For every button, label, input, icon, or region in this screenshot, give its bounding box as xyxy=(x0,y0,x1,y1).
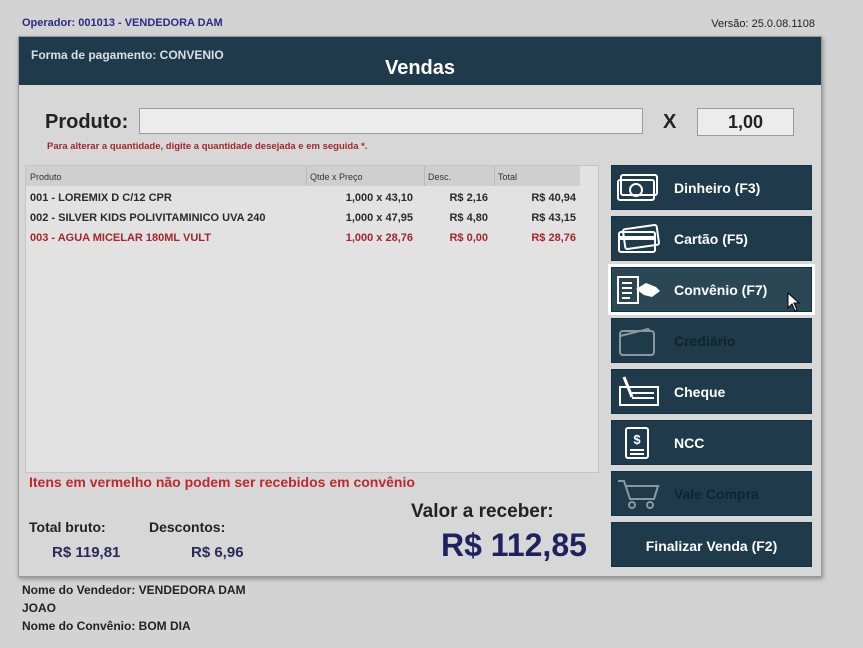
cell-product: 003 - AGUA MICELAR 180ML VULT xyxy=(30,232,211,244)
mouse-cursor-icon xyxy=(787,291,801,312)
convenio-button[interactable]: Convênio (F7) xyxy=(608,264,815,315)
cell-total: R$ 40,94 xyxy=(531,192,576,204)
wallet-icon xyxy=(616,324,662,358)
cheque-button[interactable]: Cheque xyxy=(611,369,812,414)
cell-total: R$ 43,15 xyxy=(531,212,576,224)
window-header: Forma de pagamento: CONVENIO Vendas xyxy=(19,37,821,85)
cell-qty-price: 1,000 x 43,10 xyxy=(345,192,413,204)
cell-qty-price: 1,000 x 28,76 xyxy=(345,232,413,244)
svg-text:$: $ xyxy=(633,432,641,447)
valor-receber-label: Valor a receber: xyxy=(411,501,554,522)
dinheiro-label: Dinheiro (F3) xyxy=(674,180,761,196)
window-title: Vendas xyxy=(384,57,456,79)
top-bar: Operador: 001013 - VENDEDORA DAM Versão:… xyxy=(0,0,863,34)
dinheiro-button[interactable]: Dinheiro (F3) xyxy=(611,165,812,210)
cartao-button[interactable]: Cartão (F5) xyxy=(611,216,812,261)
convenio-label: Convênio (F7) xyxy=(674,282,768,298)
cell-discount: R$ 0,00 xyxy=(449,232,488,244)
cartao-label: Cartão (F5) xyxy=(674,231,748,247)
vale-compra-button[interactable]: Vale Compra xyxy=(611,471,812,516)
column-header-discount[interactable]: Desc. xyxy=(428,172,451,182)
finalizar-venda-label: Finalizar Venda (F2) xyxy=(645,538,778,554)
table-header: Produto Qtde x Preço Desc. Total xyxy=(26,166,580,186)
descontos-label: Descontos: xyxy=(149,519,226,535)
quantity-hint: Para alterar a quantidade, digite a quan… xyxy=(47,141,368,152)
cheque-label: Cheque xyxy=(674,384,726,400)
receipt-dollar-icon: $ xyxy=(616,426,662,460)
cliente-name: JOAO xyxy=(22,601,57,615)
column-header-total[interactable]: Total xyxy=(498,172,517,182)
ncc-button[interactable]: $ NCC xyxy=(611,420,812,465)
total-bruto-label: Total bruto: xyxy=(29,519,106,535)
ncc-label: NCC xyxy=(674,435,705,451)
cell-total: R$ 28,76 xyxy=(531,232,576,244)
convenio-name: Nome do Convênio: BOM DIA xyxy=(22,619,191,633)
cell-qty-price: 1,000 x 47,95 xyxy=(345,212,413,224)
version-label: Versão: 25.0.08.1108 xyxy=(711,18,815,30)
cash-icon xyxy=(616,171,662,205)
handshake-document-icon xyxy=(616,273,662,307)
vendedor-name: Nome do Vendedor: VENDEDORA DAM xyxy=(22,583,246,597)
convenio-warning: Itens em vermelho não podem ser recebido… xyxy=(29,474,415,490)
cell-product: 001 - LOREMIX D C/12 CPR xyxy=(30,192,172,204)
crediario-button[interactable]: Crediário xyxy=(611,318,812,363)
table-row[interactable]: 003 - AGUA MICELAR 180ML VULT 1,000 x 28… xyxy=(26,228,580,248)
valor-receber-value: R$ 112,85 xyxy=(441,527,587,563)
descontos-value: R$ 6,96 xyxy=(191,544,244,561)
crediario-label: Crediário xyxy=(674,333,736,349)
table-row[interactable]: 002 - SILVER KIDS POLIVITAMINICO UVA 240… xyxy=(26,208,580,228)
shopping-cart-icon xyxy=(616,477,662,511)
cell-discount: R$ 4,80 xyxy=(449,212,488,224)
column-header-product[interactable]: Produto xyxy=(30,172,62,182)
quantity-input[interactable] xyxy=(697,108,794,136)
sales-window: Forma de pagamento: CONVENIO Vendas Prod… xyxy=(18,36,822,577)
multiply-label: X xyxy=(663,111,677,133)
vale-compra-label: Vale Compra xyxy=(674,486,759,502)
cell-product: 002 - SILVER KIDS POLIVITAMINICO UVA 240 xyxy=(30,212,266,224)
credit-card-icon xyxy=(616,222,662,256)
total-bruto-value: R$ 119,81 xyxy=(52,544,121,561)
items-table[interactable]: Produto Qtde x Preço Desc. Total 001 - L… xyxy=(25,165,599,473)
table-row[interactable]: 001 - LOREMIX D C/12 CPR 1,000 x 43,10 R… xyxy=(26,188,580,208)
operator-label: Operador: 001013 - VENDEDORA DAM xyxy=(22,17,223,29)
cell-discount: R$ 2,16 xyxy=(449,192,488,204)
product-label: Produto: xyxy=(45,111,129,133)
finalizar-venda-button[interactable]: Finalizar Venda (F2) xyxy=(611,522,812,567)
cheque-pen-icon xyxy=(616,375,662,409)
column-header-qty-price[interactable]: Qtde x Preço xyxy=(310,172,363,182)
product-input[interactable] xyxy=(139,108,643,134)
